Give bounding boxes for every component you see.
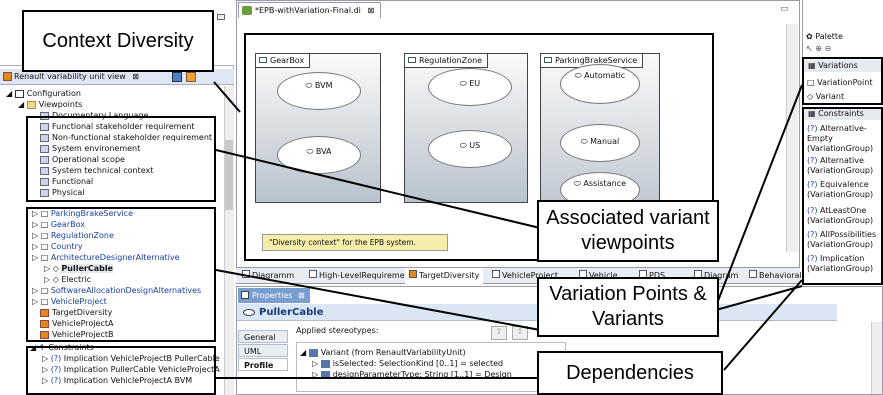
diagram-tab[interactable]: TargetDiversity xyxy=(405,268,484,284)
tree-root[interactable]: ◢ Configuration xyxy=(6,88,81,99)
left-scrollbar-thumb[interactable] xyxy=(225,140,233,210)
stereotype-row-designparam[interactable]: ▷ designParameterType: String [1..1] = D… xyxy=(312,369,512,380)
stereotype-row-isselected[interactable]: ▷ isSelected: SelectionKind [0..1] = sel… xyxy=(312,358,503,369)
diagram-icon xyxy=(309,270,317,278)
folder-icon xyxy=(408,57,416,63)
tree-viewpoints[interactable]: ◢ Viewpoints xyxy=(18,99,82,110)
properties-tab[interactable]: Properties ⊠ xyxy=(238,288,310,303)
usecase-icon: ⬭ xyxy=(580,137,591,146)
expand-icon[interactable]: ▷ xyxy=(312,359,321,368)
highlight-viewpoints xyxy=(26,116,216,202)
diagram-orange-icon xyxy=(409,270,417,278)
diagram-note[interactable]: "Diversity context" for the EPB system. xyxy=(262,234,448,251)
properties-scrollbar[interactable] xyxy=(871,322,882,394)
close-icon[interactable]: ⊠ xyxy=(298,291,305,300)
highlight-variation xyxy=(26,207,216,342)
diagram-icon xyxy=(749,270,757,278)
editor-window-controls[interactable]: ▭ xyxy=(780,4,789,14)
properties-side-tab[interactable]: Profile xyxy=(238,358,288,371)
usecase-bvm[interactable]: ⬭ BVM xyxy=(277,72,361,110)
minimize-icon[interactable] xyxy=(217,14,225,20)
close-icon[interactable]: ⊠ xyxy=(132,72,139,81)
usecase-icon: ⬭ xyxy=(459,141,470,150)
diagram-icon xyxy=(492,270,500,278)
palette-icon: ✿ xyxy=(806,32,816,41)
up-arrow-icon[interactable]: ⇧ xyxy=(491,326,507,340)
folder-icon xyxy=(26,100,36,109)
highlight-palette-constraints xyxy=(802,107,883,285)
usecase-icon: ⬭ xyxy=(573,179,584,188)
palette-tools[interactable]: ↖ ⊕ ⊖ xyxy=(806,44,831,53)
property-icon xyxy=(320,370,330,379)
usecase-icon: ⬭ xyxy=(305,81,315,90)
package-tab: RegulationZone xyxy=(404,53,489,68)
properties-side-tab[interactable]: General xyxy=(238,330,288,343)
usecase-eu[interactable]: ⬭ EU xyxy=(428,68,512,106)
folder-icon xyxy=(259,57,267,63)
stereotype-icon xyxy=(308,348,318,357)
view-toolbar-icon[interactable] xyxy=(172,72,182,82)
view-icon xyxy=(3,72,12,81)
palette-title[interactable]: ✿ Palette xyxy=(806,30,883,43)
expand-icon[interactable]: ▷ xyxy=(312,370,321,379)
editor-tab[interactable]: *EPB-withVariation-Final.di ⊠ xyxy=(238,2,382,18)
usecase-us[interactable]: ⬭ US xyxy=(428,130,512,168)
highlight-palette-variations xyxy=(802,57,883,105)
properties-icon xyxy=(241,291,249,299)
close-icon[interactable]: ⊠ xyxy=(367,6,374,15)
folder-icon xyxy=(544,57,552,63)
stereotype-row-variant[interactable]: ◢ Variant (from RenaultVariabilityUnit) xyxy=(300,347,466,358)
usecase-icon: ⬭ xyxy=(306,147,316,156)
package-tab: GearBox xyxy=(255,53,311,68)
label-context-diversity: Context Diversity xyxy=(22,10,214,72)
property-icon xyxy=(320,359,330,368)
configuration-icon xyxy=(14,89,24,98)
usecase-manual[interactable]: ⬭ Manual xyxy=(560,124,640,162)
diagram-icon xyxy=(242,6,252,15)
usecase-icon xyxy=(243,309,255,316)
usecase-bva[interactable]: ⬭ BVA xyxy=(277,136,361,174)
label-associated-viewpoints: Associated variant viewpoints xyxy=(537,200,719,262)
editor-scrollbar[interactable] xyxy=(786,24,798,252)
link-icon[interactable] xyxy=(186,72,196,82)
diagram-icon xyxy=(242,270,250,278)
properties-side-tab[interactable]: UML xyxy=(238,344,288,357)
usecase-automatic[interactable]: ⬭ Automatic xyxy=(560,64,640,104)
usecase-icon: ⬭ xyxy=(574,71,585,80)
label-variation-points: Variation Points & Variants xyxy=(537,277,719,337)
usecase-icon: ⬭ xyxy=(459,79,470,88)
diagram-tab[interactable]: High-LevelRequirement xyxy=(305,268,417,284)
applied-stereotypes-label: Applied stereotypes: xyxy=(296,326,379,335)
diagram-tab[interactable]: Diagramm xyxy=(238,268,298,284)
view-title: Renault variability unit view xyxy=(14,72,126,81)
label-dependencies: Dependencies xyxy=(537,351,723,395)
collapse-icon[interactable]: ◢ xyxy=(6,89,15,98)
left-scrollbar[interactable] xyxy=(224,86,234,395)
collapse-icon[interactable]: ◢ xyxy=(300,348,309,357)
down-arrow-icon[interactable]: ⇧ xyxy=(512,326,528,340)
highlight-constraints xyxy=(26,346,216,395)
collapse-icon[interactable]: ◢ xyxy=(18,100,27,109)
